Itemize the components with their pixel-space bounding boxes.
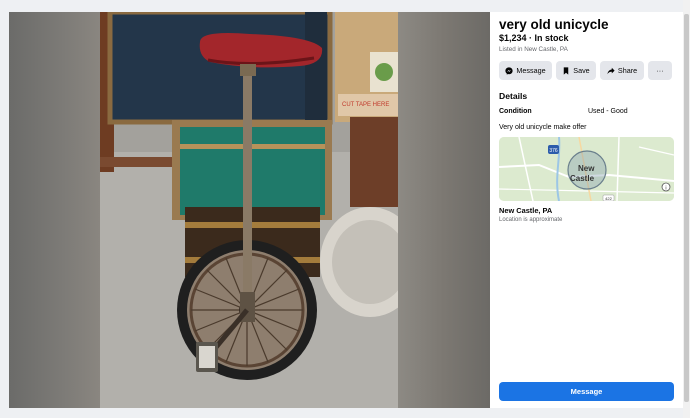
- location-map[interactable]: 376 422 New Castle i: [499, 137, 674, 201]
- map-city-label-2: Castle: [570, 174, 595, 183]
- save-button[interactable]: Save: [556, 61, 596, 80]
- condition-label: Condition: [499, 108, 532, 115]
- message-button[interactable]: Message: [499, 61, 552, 80]
- listing-title: very old unicycle: [499, 17, 609, 32]
- share-icon: [607, 67, 615, 74]
- more-options-icon: ···: [656, 66, 664, 75]
- bookmark-icon: [564, 66, 569, 75]
- listing-details-panel: very old unicycle $1,234 · In stock List…: [490, 12, 683, 408]
- condition-value: Used - Good: [588, 108, 628, 115]
- listing-photo: CUT TAPE HERE: [100, 12, 398, 408]
- map-graphic: 376 422 New Castle i: [499, 137, 674, 201]
- photo-blur-backdrop-left: [9, 12, 100, 408]
- photo-blur-backdrop-right: [398, 12, 490, 408]
- listing-location-line: Listed in New Castle, PA: [499, 46, 568, 53]
- scrollbar-thumb[interactable]: [684, 14, 689, 402]
- location-approximate-note: Location is approximate: [499, 217, 563, 223]
- route-shield-1-label: 376: [549, 148, 558, 154]
- listing-price: $1,234 · In stock: [499, 33, 569, 43]
- listing-actions: Message Save Share ···: [499, 61, 672, 81]
- details-heading: Details: [499, 91, 528, 101]
- location-name: New Castle, PA: [499, 206, 553, 215]
- svg-text:i: i: [665, 185, 666, 191]
- unicycle-photo-illustration: CUT TAPE HERE: [100, 12, 398, 408]
- more-options-button[interactable]: ···: [648, 61, 672, 80]
- save-button-label: Save: [573, 66, 590, 75]
- message-button-label: Message: [516, 66, 546, 75]
- messenger-icon: [505, 66, 514, 75]
- svg-text:CUT TAPE HERE: CUT TAPE HERE: [342, 102, 389, 108]
- share-button-label: Share: [617, 66, 638, 75]
- map-city-label-1: New: [578, 164, 595, 173]
- primary-message-button[interactable]: Message: [499, 382, 674, 401]
- listing-photo-viewer[interactable]: CUT TAPE HERE: [9, 12, 490, 408]
- share-button[interactable]: Share: [600, 61, 644, 80]
- route-shield-2-label: 422: [605, 196, 612, 201]
- listing-description: Very old unicycle make offer: [499, 124, 587, 131]
- marketplace-viewer: CUT TAPE HERE very old unicycle $1,234 ·…: [0, 0, 690, 418]
